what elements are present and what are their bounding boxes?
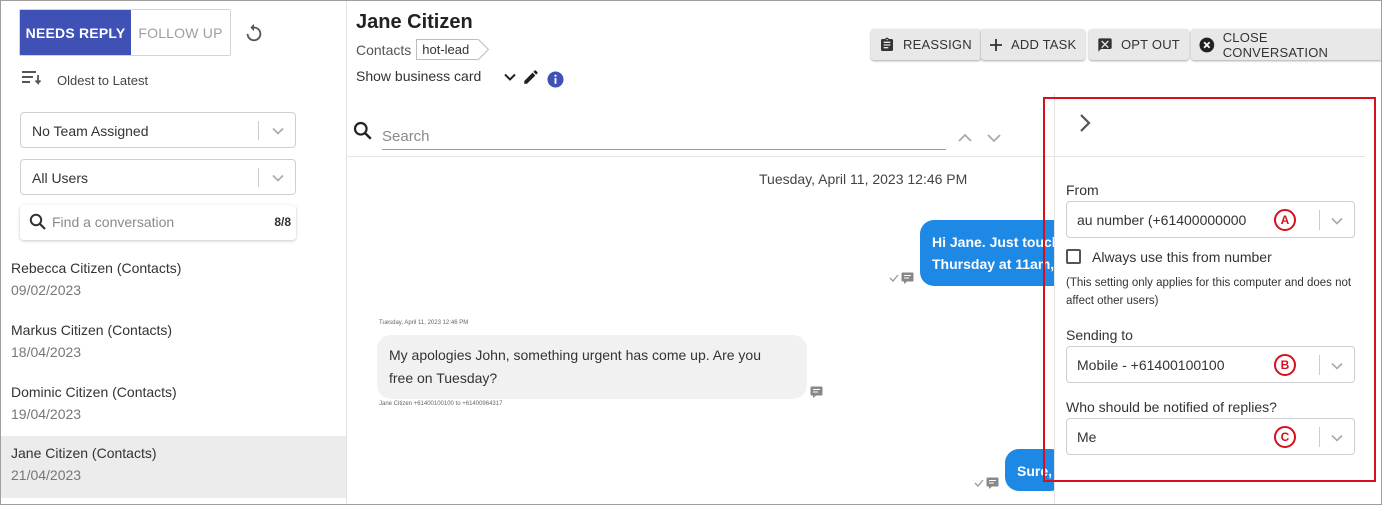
contact-name: Jane Citizen <box>356 11 473 33</box>
notify-select[interactable]: Me C <box>1066 418 1355 455</box>
business-card-label: Show business card <box>356 68 482 84</box>
chevron-down-icon[interactable] <box>986 131 1002 149</box>
add-task-button[interactable]: ADD TASK <box>981 29 1086 60</box>
close-circle-icon <box>1199 37 1215 52</box>
contact-meta: Contacts hot-lead <box>356 39 479 60</box>
sending-to-value: Mobile - +61400100100 <box>1077 357 1225 373</box>
divider <box>1055 156 1366 157</box>
message-status <box>889 272 914 284</box>
edit-pencil-icon[interactable] <box>522 68 540 91</box>
contact-tag[interactable]: hot-lead <box>416 39 479 60</box>
search-icon <box>353 121 373 146</box>
message-text: Sure, I <box>1017 463 1060 479</box>
reassign-label: REASSIGN <box>903 37 972 52</box>
conversation-date: 21/04/2023 <box>11 467 82 483</box>
chevron-down-icon <box>271 171 285 185</box>
team-filter-value: No Team Assigned <box>32 123 149 139</box>
check-icon <box>889 274 899 282</box>
user-filter-value: All Users <box>32 170 89 186</box>
comment-off-icon <box>1098 37 1112 52</box>
select-separator <box>1319 210 1320 230</box>
business-card-controls <box>502 65 564 93</box>
message-text: free on Tuesday? <box>389 370 498 386</box>
clipboard-icon <box>881 37 893 51</box>
plus-icon <box>990 38 1002 51</box>
message-meta: Jane Citizen +61400100100 to +6140096431… <box>379 401 503 407</box>
app-window: NEEDS REPLY FOLLOW UP Oldest to Latest N… <box>0 0 1382 505</box>
sort-toggle[interactable]: Oldest to Latest <box>21 69 148 92</box>
select-separator <box>1319 427 1320 447</box>
reassign-button[interactable]: REASSIGN <box>871 29 981 60</box>
conversation-search-input[interactable] <box>52 211 252 233</box>
select-separator <box>258 168 259 187</box>
close-conversation-button[interactable]: CLOSE CONVERSATION <box>1191 29 1381 60</box>
notify-label: Who should be notified of replies? <box>1066 399 1277 415</box>
chevron-down-icon <box>1330 431 1344 450</box>
comment-icon <box>986 477 999 489</box>
callout-marker-c: C <box>1274 426 1296 448</box>
message-status <box>810 386 823 398</box>
callout-marker-b: B <box>1274 354 1296 376</box>
check-icon <box>974 479 984 487</box>
chevron-right-icon[interactable] <box>1077 111 1093 140</box>
inbox-tabs: NEEDS REPLY FOLLOW UP <box>19 9 231 56</box>
comment-icon <box>901 272 914 284</box>
search-icon <box>29 213 47 236</box>
conversation-name: Dominic Citizen (Contacts) <box>11 384 177 400</box>
user-filter-select[interactable]: All Users <box>20 159 296 195</box>
sort-label: Oldest to Latest <box>57 73 149 88</box>
contacts-label: Contacts <box>356 41 412 58</box>
opt-out-button[interactable]: OPT OUT <box>1089 29 1189 60</box>
from-label: From <box>1066 182 1099 198</box>
from-number-select[interactable]: au number (+61400000000 A <box>1066 201 1355 238</box>
notify-value: Me <box>1077 429 1097 445</box>
setting-note: (This setting only applies for this comp… <box>1066 277 1352 307</box>
info-icon[interactable] <box>547 71 564 93</box>
conversation-name: Rebecca Citizen (Contacts) <box>11 260 182 276</box>
team-filter-select[interactable]: No Team Assigned <box>20 112 296 148</box>
incoming-message: My apologies John, something urgent has … <box>377 335 807 399</box>
message-timestamp: Tuesday, April 11, 2023 12:46 PM <box>379 320 469 326</box>
select-separator <box>258 121 259 140</box>
close-conversation-label: CLOSE CONVERSATION <box>1222 29 1329 60</box>
sending-to-label: Sending to <box>1066 327 1133 343</box>
chevron-down-icon <box>1330 214 1344 233</box>
tab-follow-up[interactable]: FOLLOW UP <box>131 10 230 55</box>
message-text: My apologies John, something urgent has … <box>389 347 761 363</box>
conversation-item[interactable]: Dominic Citizen (Contacts) 19/04/2023 <box>1 375 346 437</box>
conversation-name: Markus Citizen (Contacts) <box>11 322 173 338</box>
comment-icon <box>810 386 823 398</box>
conversation-date: 09/02/2023 <box>11 282 82 298</box>
select-separator <box>1319 355 1320 375</box>
conversation-name: Jane Citizen (Contacts) <box>11 445 157 461</box>
conversation-item[interactable]: Markus Citizen (Contacts) 18/04/2023 <box>1 313 346 375</box>
always-use-label: Always use this from number <box>1092 249 1272 265</box>
chevron-down-icon <box>271 124 285 138</box>
conversation-sidebar: NEEDS REPLY FOLLOW UP Oldest to Latest N… <box>1 1 347 504</box>
sort-icon <box>21 69 43 92</box>
opt-out-label: OPT OUT <box>1121 37 1180 52</box>
refresh-icon[interactable] <box>243 22 265 44</box>
date-separator: Tuesday, April 11, 2023 12:46 PM <box>759 171 968 187</box>
chevron-down-icon[interactable] <box>502 69 518 90</box>
conversation-item-selected[interactable]: Jane Citizen (Contacts) 21/04/2023 <box>1 436 346 498</box>
conversation-search: 8/8 <box>20 205 296 240</box>
always-use-checkbox[interactable] <box>1066 249 1081 264</box>
conversation-date: 19/04/2023 <box>11 406 82 422</box>
conversation-date: 18/04/2023 <box>11 344 82 360</box>
tab-needs-reply[interactable]: NEEDS REPLY <box>20 10 131 55</box>
scrollbar[interactable] <box>1365 93 1381 504</box>
chevron-down-icon <box>1330 359 1344 378</box>
send-settings-panel: From au number (+61400000000 A Always us… <box>1054 93 1366 504</box>
sending-to-select[interactable]: Mobile - +61400100100 B <box>1066 346 1355 383</box>
conversation-item[interactable]: Rebecca Citizen (Contacts) 09/02/2023 <box>1 251 346 313</box>
callout-marker-a: A <box>1274 209 1296 231</box>
from-number-value: au number (+61400000000 <box>1077 212 1247 228</box>
add-task-label: ADD TASK <box>1011 37 1077 52</box>
conversation-count: 8/8 <box>274 215 291 229</box>
message-status <box>974 477 999 489</box>
message-search-input[interactable] <box>382 123 946 150</box>
chevron-up-icon[interactable] <box>957 131 973 149</box>
